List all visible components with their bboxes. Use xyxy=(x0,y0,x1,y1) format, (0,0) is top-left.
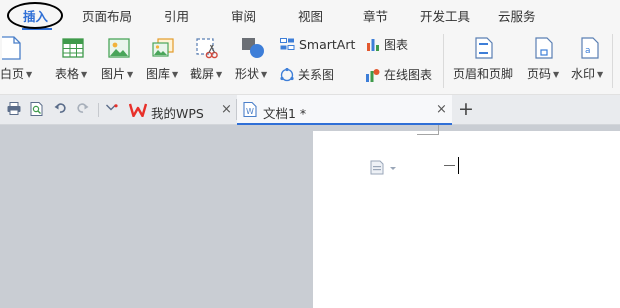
chart-label: 图表 xyxy=(384,38,409,52)
paragraph-marker xyxy=(444,165,455,166)
print-preview-icon[interactable] xyxy=(30,102,44,116)
blank-page-icon xyxy=(2,36,21,60)
chevron-down-icon: ▼ xyxy=(81,70,88,79)
chevron-down-icon: ▼ xyxy=(261,70,268,79)
page-margin-corner xyxy=(438,125,439,135)
quick-access-divider xyxy=(98,103,99,117)
print-icon[interactable] xyxy=(7,102,21,115)
undo-icon[interactable] xyxy=(54,102,66,114)
smartart-label: SmartArt xyxy=(299,37,356,52)
chevron-down-icon: ▼ xyxy=(597,70,604,79)
tab-label: 文档1 * xyxy=(263,106,307,121)
gallery-label: 图库 xyxy=(146,67,171,81)
menu-tab-references[interactable]: 引用 xyxy=(164,0,189,31)
scissors-icon xyxy=(196,38,218,59)
menu-bar: 插入 页面布局 引用 审阅 视图 章节 开发工具 云服务 xyxy=(0,0,620,31)
smartart-icon xyxy=(280,38,295,50)
document-tab-bar: 我的WPS × W 文档1 * × + xyxy=(0,95,620,125)
redo-icon[interactable] xyxy=(77,102,89,114)
page-margin-corner xyxy=(417,134,439,135)
paste-options-icon[interactable] xyxy=(370,159,398,175)
picture-label: 图片 xyxy=(101,67,126,81)
svg-text:W: W xyxy=(246,107,254,116)
bar-chart-icon xyxy=(367,39,379,51)
document-icon: W xyxy=(243,102,257,117)
tab-my-wps[interactable]: 我的WPS × xyxy=(124,95,236,124)
wps-logo-icon xyxy=(129,103,147,117)
tab-label: 我的WPS xyxy=(151,106,204,121)
shape-label: 形状 xyxy=(235,67,260,81)
chevron-down-icon: ▼ xyxy=(216,70,223,79)
online-chart-label: 在线图表 xyxy=(384,68,433,82)
menu-tab-page-layout[interactable]: 页面布局 xyxy=(82,0,132,31)
gallery-icon xyxy=(152,38,174,57)
new-tab-button[interactable]: + xyxy=(458,98,474,120)
blank-page-label: 白页 xyxy=(0,67,25,81)
text-cursor xyxy=(458,157,459,174)
chevron-down-icon: ▼ xyxy=(553,70,560,79)
relationship-diagram-icon xyxy=(280,68,294,82)
chevron-down-icon: ▼ xyxy=(26,70,33,79)
menu-tab-section[interactable]: 章节 xyxy=(363,0,388,31)
menu-tab-view[interactable]: 视图 xyxy=(298,0,323,31)
header-footer-icon xyxy=(475,37,493,59)
svg-text:a: a xyxy=(585,46,591,56)
online-chart-icon xyxy=(366,69,380,82)
table-label: 表格 xyxy=(55,67,80,81)
relationship-diagram-label: 关系图 xyxy=(298,68,335,82)
menu-tab-developer-tools[interactable]: 开发工具 xyxy=(420,0,470,31)
page-number-icon xyxy=(535,37,553,59)
menu-tab-review[interactable]: 审阅 xyxy=(231,0,256,31)
shapes-icon xyxy=(242,38,264,58)
close-icon[interactable]: × xyxy=(221,102,232,117)
toolbar-divider xyxy=(612,34,613,88)
page-number-label: 页码 xyxy=(527,67,552,81)
header-footer-label: 页眉和页脚 xyxy=(453,67,514,81)
table-icon xyxy=(62,38,84,58)
chevron-down-icon: ▼ xyxy=(172,70,179,79)
close-icon[interactable]: × xyxy=(436,102,447,117)
customize-quick-access-icon[interactable] xyxy=(106,104,118,114)
annotation-circle xyxy=(7,2,63,29)
chevron-down-icon: ▼ xyxy=(127,70,134,79)
watermark-label: 水印 xyxy=(571,67,596,81)
tab-document-1[interactable]: W 文档1 * × xyxy=(237,95,452,125)
document-page[interactable] xyxy=(313,131,620,308)
watermark-icon: a xyxy=(581,37,599,59)
menu-tab-cloud-service[interactable]: 云服务 xyxy=(498,0,536,31)
toolbar-divider xyxy=(443,34,444,88)
screenshot-label: 截屏 xyxy=(190,67,215,81)
picture-icon xyxy=(108,38,130,58)
